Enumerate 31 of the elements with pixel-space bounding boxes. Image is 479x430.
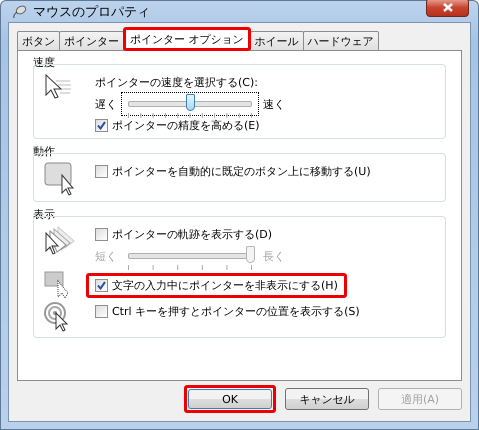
slider-max-label: 長く	[263, 248, 285, 264]
target-cursor-icon	[44, 302, 70, 332]
tab[interactable]: ホイール	[250, 31, 304, 51]
checkbox[interactable]	[95, 305, 108, 318]
cursor-trail-icon	[44, 225, 76, 255]
checkbox[interactable]	[95, 119, 108, 132]
dialog-button[interactable]: キャンセル	[285, 388, 369, 410]
tab[interactable]: ポインター オプション	[123, 27, 250, 51]
dotted-cursor-icon	[44, 271, 70, 299]
window-title: マウスのプロパティ	[33, 4, 151, 20]
checkbox[interactable]	[95, 279, 108, 292]
dialog-button[interactable]: OK	[188, 389, 272, 409]
speed-caption: ポインターの速度を選択する(C):	[95, 75, 259, 90]
close-icon	[442, 3, 452, 12]
mouse-icon	[11, 4, 27, 18]
checkbox-label[interactable]: ポインターを自動的に既定のボタン上に移動する(U)	[112, 164, 371, 179]
slider-thumb[interactable]	[186, 94, 196, 111]
slider-max-label: 速く	[263, 96, 285, 112]
checkbox-label[interactable]: ポインターの精度を高める(E)	[112, 118, 260, 133]
slider-min-label: 遅く	[95, 96, 117, 112]
tab[interactable]: ボタン	[17, 31, 60, 51]
checkbox-label[interactable]: ポインターの軌跡を表示する(D)	[112, 227, 272, 242]
checkbox-label[interactable]: Ctrl キーを押すとポインターの位置を表示する(S)	[112, 304, 360, 319]
tab[interactable]: ポインター	[59, 31, 124, 51]
checkbox[interactable]	[95, 228, 108, 241]
tab[interactable]: ハードウェア	[302, 31, 378, 51]
close-button[interactable]	[426, 0, 469, 17]
checkbox[interactable]	[95, 165, 108, 178]
slider-min-label: 短く	[95, 248, 117, 264]
slider[interactable]	[121, 92, 259, 116]
checkbox-label[interactable]: 文字の入力中にポインターを非表示にする(H)	[112, 278, 338, 293]
